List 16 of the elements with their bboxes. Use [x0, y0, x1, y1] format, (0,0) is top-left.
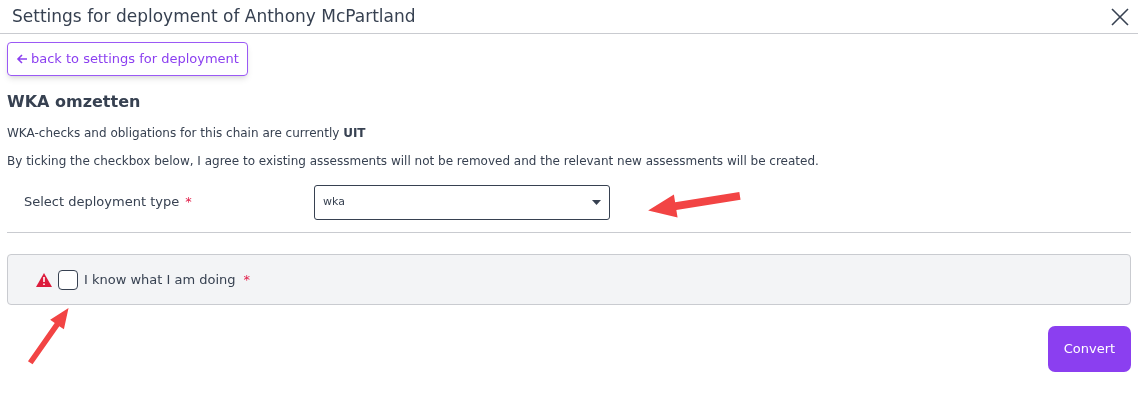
back-link-button[interactable]: back to settings for deployment: [7, 42, 248, 76]
close-icon[interactable]: [1110, 6, 1130, 27]
required-mark: *: [243, 270, 251, 289]
dialog-title: Settings for deployment of Anthony McPartland: [12, 4, 416, 28]
section-heading: WKA omzetten: [7, 91, 142, 113]
field-label: Select deployment type: [24, 193, 180, 212]
checkbox-label: I know what I am doing: [84, 270, 236, 289]
convert-button[interactable]: Convert: [1048, 326, 1131, 372]
arrow-left-icon: [16, 53, 28, 65]
required-mark: *: [185, 193, 192, 212]
checkbox[interactable]: [58, 269, 78, 290]
warning-icon: [36, 272, 52, 287]
info-text: By ticking the checkbox below, I agree to existing assessments will not be removed and the relevant new assessments will be created.: [7, 153, 820, 170]
info-text: WKA-checks and obligations for this chain are currently UIT: [7, 125, 367, 142]
deployment-type-select[interactable]: wka: [314, 184, 610, 220]
caret-icon: [592, 199, 601, 205]
